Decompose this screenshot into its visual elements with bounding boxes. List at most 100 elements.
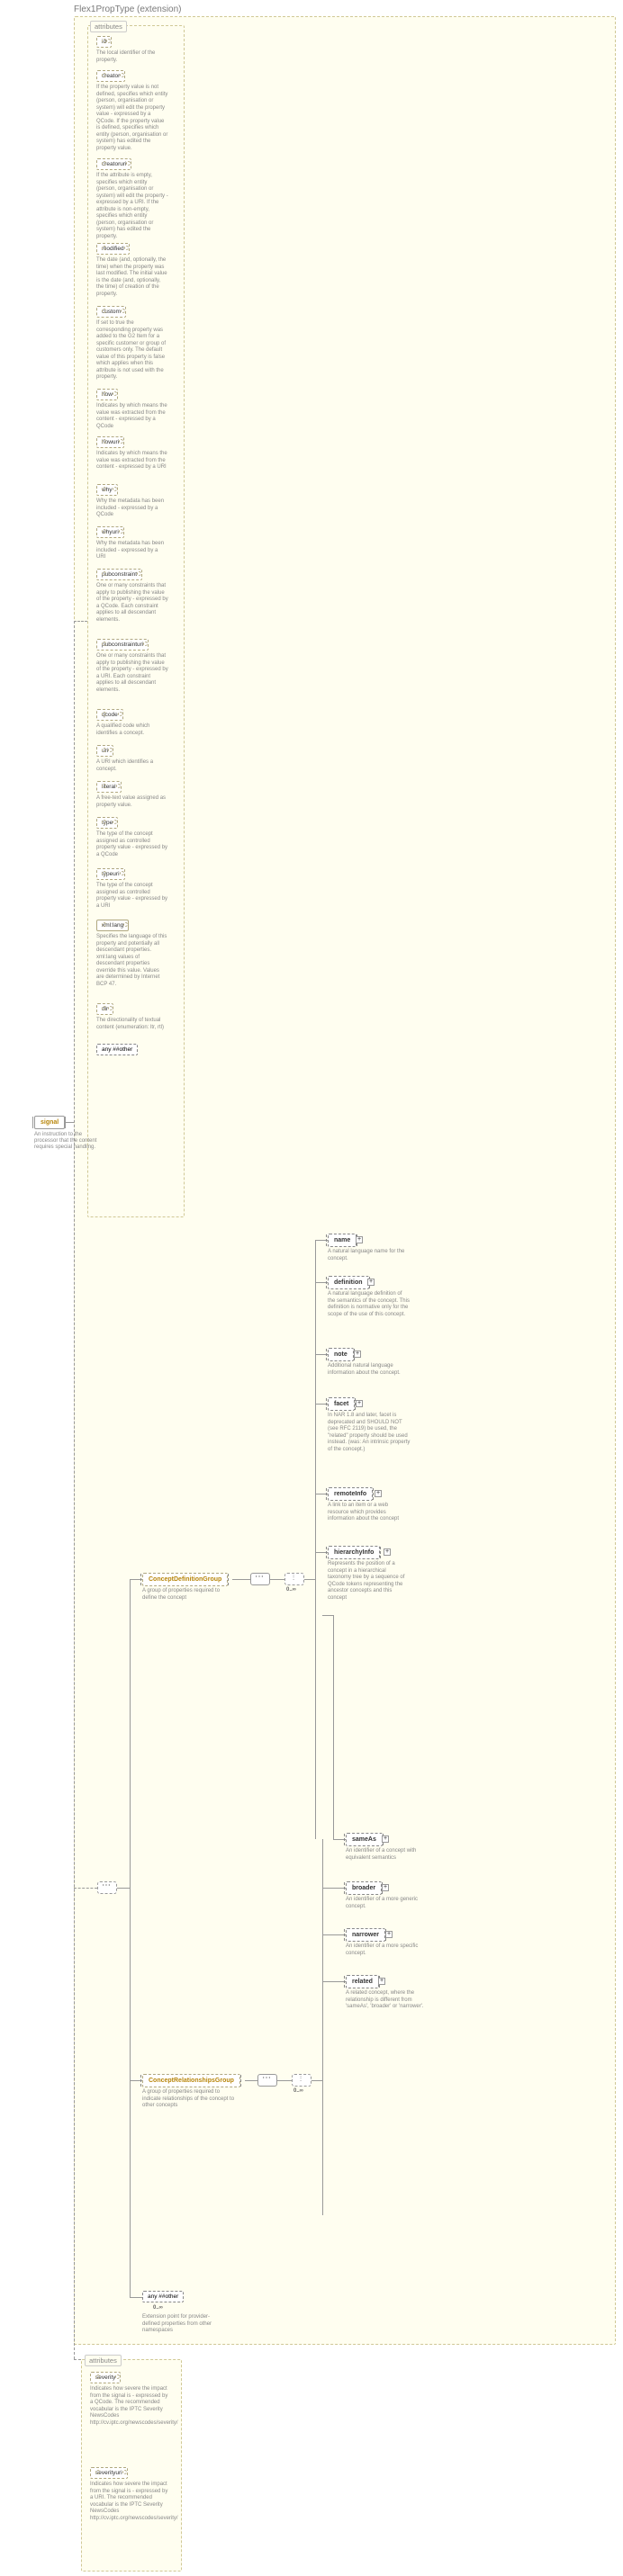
- any-other-ext: any ##other: [142, 2291, 184, 2302]
- elem-remoteinfo: remoteInfo: [328, 1487, 373, 1501]
- header-title: Flex1PropType (extension): [74, 4, 182, 14]
- attr-severityuri: severityuri: [90, 2467, 128, 2479]
- elem-desc: An identifier of a more specific concept…: [346, 1943, 429, 1957]
- elem-sameas: sameAs: [346, 1833, 383, 1846]
- attr-pubconstrainturi: pubconstrainturi: [96, 639, 149, 651]
- attr-desc: If the property value is not defined, sp…: [96, 85, 168, 152]
- cardinality: 0..∞: [286, 1587, 296, 1593]
- elem-desc: Represents the position of a concept in …: [328, 1561, 411, 1602]
- attr-creator: creator: [96, 70, 125, 82]
- attr-dir: dir: [96, 1003, 113, 1015]
- attr-desc: A free-text value assigned as property v…: [96, 795, 168, 809]
- expand-icon[interactable]: +: [378, 1978, 385, 1985]
- choice-connector: [284, 1573, 304, 1585]
- attributes-label-2: attributes: [85, 2355, 122, 2366]
- attr-desc: Specifies the language of this property …: [96, 934, 168, 988]
- elem-definition: definition: [328, 1276, 369, 1289]
- conn-line: [322, 1839, 323, 2215]
- attr-howuri: howuri: [96, 436, 124, 448]
- expand-icon[interactable]: +: [367, 1279, 375, 1286]
- attr-literal: literal: [96, 781, 122, 793]
- sequence-connector: [250, 1573, 270, 1585]
- attr-desc: The type of the concept assigned as cont…: [96, 883, 168, 910]
- attr-creatoruri: creatoruri: [96, 158, 131, 170]
- elem-facet: facet: [328, 1397, 355, 1411]
- attr-desc: Indicates by which means the value was e…: [96, 403, 168, 430]
- elem-desc: A link to an item or a web resource whic…: [328, 1503, 411, 1523]
- expand-icon[interactable]: +: [382, 1836, 389, 1843]
- expand-icon[interactable]: +: [354, 1351, 361, 1358]
- attr-desc: If set to true the corresponding propert…: [96, 320, 168, 381]
- attr-desc: The directionality of textual content (e…: [96, 1018, 168, 1031]
- group-desc: A group of properties required to define…: [142, 1588, 225, 1602]
- expand-icon[interactable]: +: [382, 1884, 389, 1891]
- concept-definition-group: ConceptDefinitionGroup: [142, 1573, 228, 1586]
- conn-line: [74, 621, 75, 2359]
- cardinality: 0..∞: [153, 2305, 163, 2311]
- attr-desc: Why the metadata has been included - exp…: [96, 498, 168, 519]
- conn-line: [322, 1615, 333, 1616]
- expand-icon[interactable]: +: [356, 1236, 363, 1243]
- attributes-label: attributes: [90, 21, 127, 32]
- sequence-connector: [257, 2074, 277, 2087]
- conn-line: [277, 2080, 292, 2081]
- root-name: signal: [41, 1119, 59, 1126]
- attr-id: id: [96, 36, 112, 48]
- attr-desc: Indicates by which means the value was e…: [96, 451, 168, 471]
- attr-why: why: [96, 484, 118, 496]
- attr-custom: custom: [96, 306, 126, 318]
- attr-desc: If the attribute is empty, specifies whi…: [96, 173, 168, 240]
- attr-typeuri: typeuri: [96, 868, 125, 880]
- expand-icon[interactable]: +: [384, 1548, 391, 1556]
- conn-line: [74, 2359, 81, 2360]
- attr-desc: A qualified code which identifies a conc…: [96, 723, 168, 737]
- elem-note: note: [328, 1348, 354, 1361]
- conn-line: [270, 1579, 284, 1580]
- elem-desc: A natural language name for the concept.: [328, 1249, 411, 1262]
- attr-desc: Indicates how severe the impact from the…: [90, 2386, 171, 2427]
- attr-type: type: [96, 817, 118, 829]
- attr-desc: The type of the concept assigned as cont…: [96, 831, 168, 858]
- conn-line: [74, 621, 87, 622]
- attr-modified: modified: [96, 243, 130, 255]
- sequence-connector: [97, 1881, 117, 1894]
- ext-desc: Extension point for provider-defined pro…: [142, 2314, 225, 2335]
- elem-desc: An identifier of a more generic concept.: [346, 1897, 429, 1910]
- attr-desc: Why the metadata has been included - exp…: [96, 541, 168, 561]
- conn-line: [117, 1888, 130, 1889]
- cardinality: 0..∞: [293, 2088, 303, 2094]
- concept-relationships-group: ConceptRelationshipsGroup: [142, 2074, 240, 2087]
- conn-line: [312, 2080, 322, 2081]
- elem-desc: In NAR 1.8 and later, facet is deprecate…: [328, 1413, 411, 1453]
- attr-uri: uri: [96, 745, 113, 757]
- expand-icon[interactable]: +: [375, 1490, 382, 1497]
- conn-line: [322, 1981, 346, 1982]
- elem-broader: broader: [346, 1881, 382, 1895]
- conn-line: [322, 1934, 346, 1935]
- attr-severity: severity: [90, 2372, 121, 2383]
- conn-line: [232, 1579, 250, 1580]
- conn-line: [245, 2080, 257, 2081]
- elem-name: name: [328, 1234, 357, 1247]
- attr-desc: Indicates how severe the impact from the…: [90, 2482, 171, 2522]
- root-desc: An instruction to the processor that the…: [34, 1132, 97, 1152]
- attr-how: how: [96, 389, 118, 400]
- attr-desc: One or many constraints that apply to pu…: [96, 653, 168, 694]
- conn-line: [315, 1240, 316, 1839]
- elem-desc: Additional natural language information …: [328, 1363, 411, 1377]
- group-desc: A group of properties required to indica…: [142, 2089, 237, 2110]
- choice-connector: [292, 2074, 312, 2087]
- attr-desc: A URI which identifies a concept.: [96, 759, 168, 773]
- expand-icon[interactable]: +: [385, 1931, 393, 1938]
- attr-desc: The date (and, optionally, the time) whe…: [96, 257, 168, 298]
- attr-desc: One or many constraints that apply to pu…: [96, 583, 168, 624]
- elem-desc: A natural language definition of the sem…: [328, 1291, 411, 1318]
- any-other-attr: any ##other: [96, 1044, 138, 1055]
- expand-icon[interactable]: +: [356, 1400, 363, 1407]
- elem-narrower: narrower: [346, 1928, 385, 1942]
- elem-desc: A related concept, where the relationshi…: [346, 1990, 429, 2011]
- conn-line: [130, 1579, 131, 2297]
- elem-related: related: [346, 1975, 379, 1988]
- elem-desc: An identifier of a concept with equivale…: [346, 1848, 429, 1862]
- elem-hierarchyinfo: hierarchyInfo: [328, 1546, 380, 1559]
